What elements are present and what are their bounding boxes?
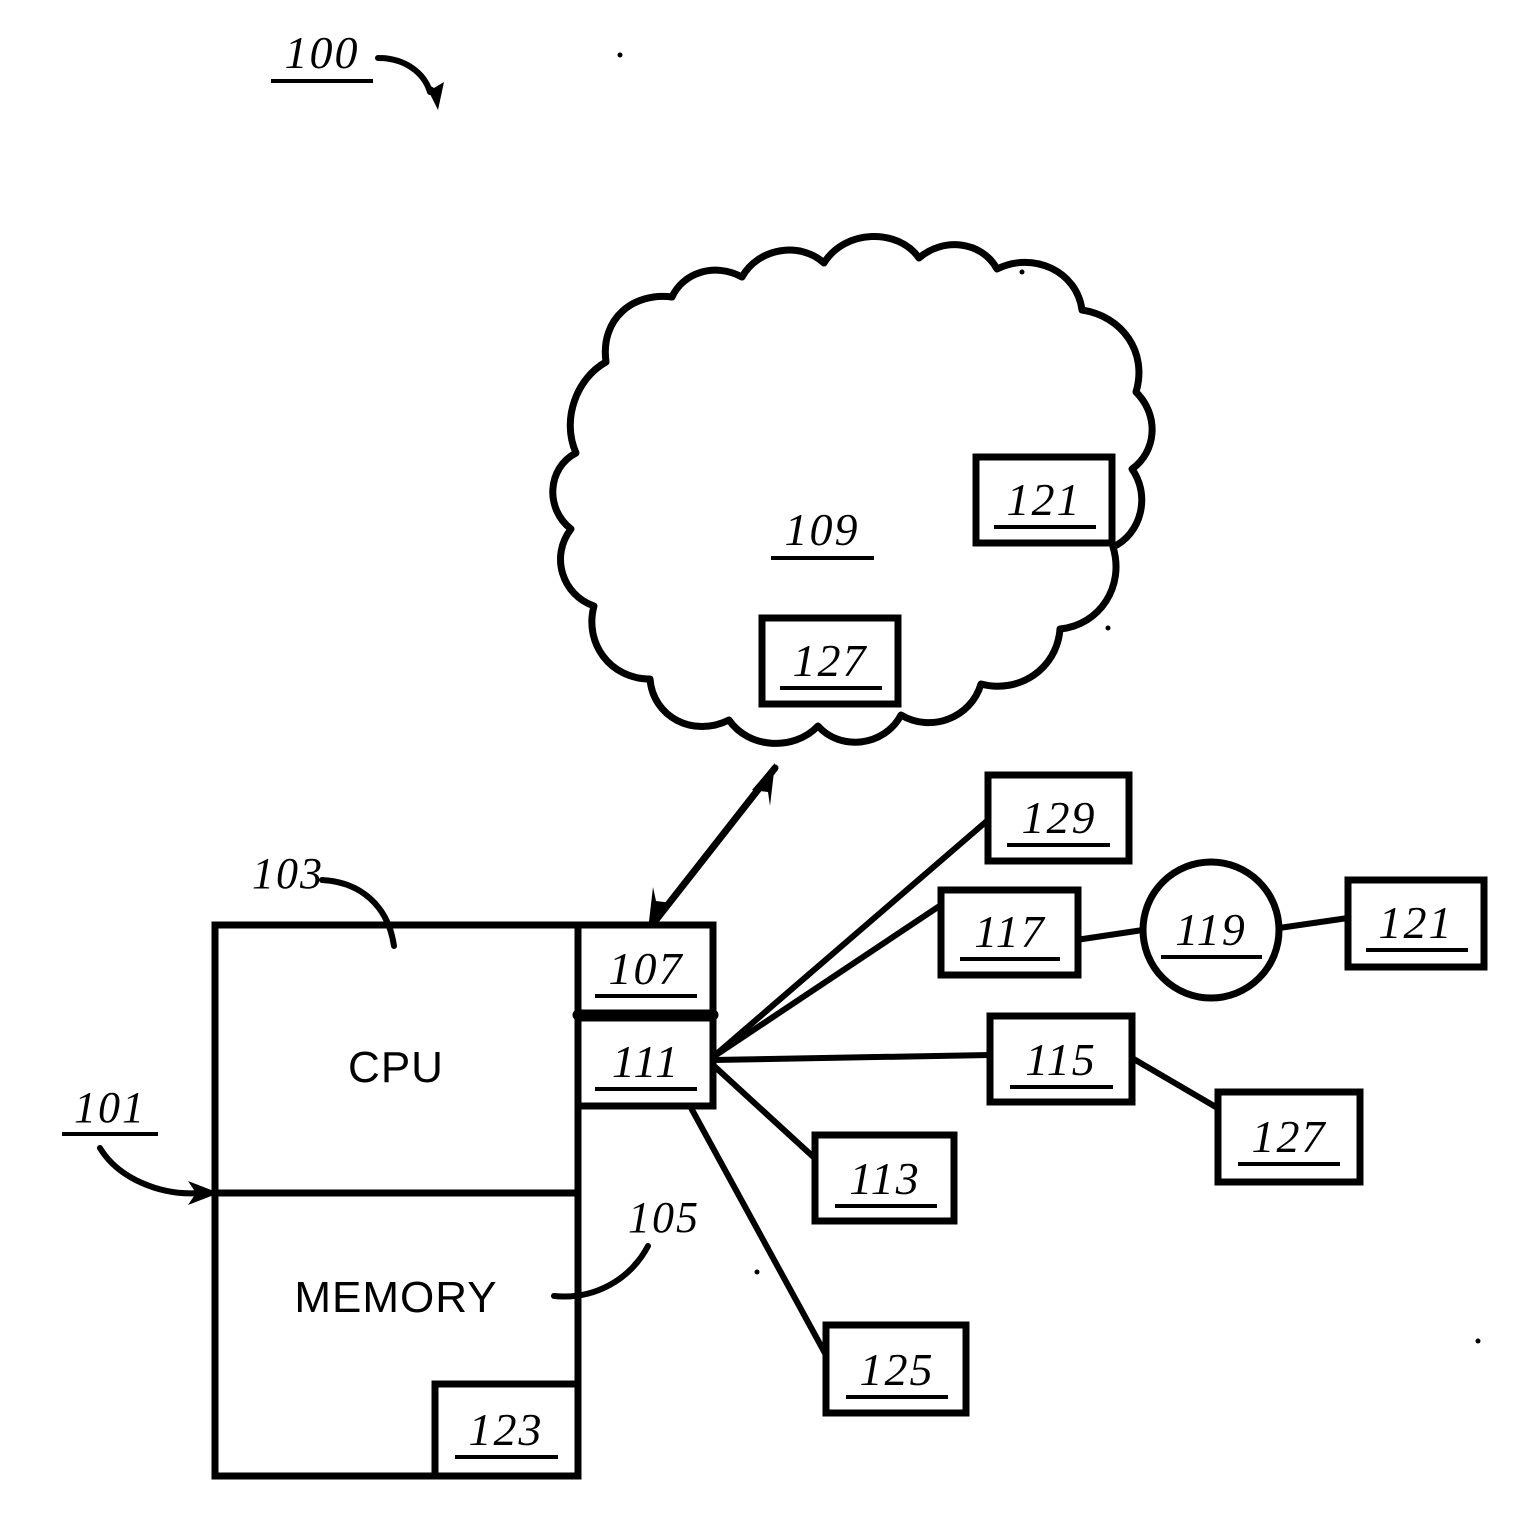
network-cloud-109: 109 121 127 — [549, 233, 1156, 747]
peripheral-box-125: 125 — [822, 1321, 970, 1417]
peripheral-box-113: 113 — [811, 1131, 958, 1225]
cloud-inner-box-121: 121 — [972, 453, 1116, 547]
peripheral-box-117: 117 — [937, 886, 1082, 979]
scan-speck — [754, 1269, 760, 1275]
figure-ref-100-arrowhead — [424, 82, 444, 110]
memory-inner-box-123-label: 123 — [469, 1404, 544, 1455]
peripheral-circle-119: 119 — [1139, 858, 1283, 1002]
cloud-link-arrow — [648, 763, 779, 930]
port-box-107: 107 — [574, 921, 717, 1017]
cloud-inner-box-121-label: 121 — [1007, 474, 1082, 525]
peripheral-box-129: 129 — [984, 771, 1133, 865]
connector-111-to-115 — [710, 1052, 993, 1063]
scan-speck — [1475, 1338, 1481, 1344]
scan-speck — [1019, 269, 1025, 275]
cloud-link-arrowhead-up — [752, 763, 775, 806]
connector-111-to-117 — [710, 902, 944, 1060]
peripheral-box-115: 115 — [986, 1012, 1136, 1106]
figure-ref-100-label: 100 — [285, 27, 360, 78]
connector-111-to-113 — [710, 1062, 823, 1166]
cpu-block-label: CPU — [348, 1043, 444, 1092]
figure-ref-100-group: 100 — [271, 27, 444, 110]
peripheral-box-125-label: 125 — [860, 1344, 935, 1395]
memory-inner-box-123: 123 — [431, 1380, 582, 1480]
port-box-111: 111 — [574, 1014, 717, 1110]
peripheral-box-113-label: 113 — [849, 1153, 921, 1204]
port-box-111-label: 111 — [612, 1036, 680, 1087]
unit-ref-101-label: 101 — [74, 1083, 146, 1132]
connector-115-to-127 — [1129, 1055, 1224, 1113]
figure-ref-100-leader — [375, 55, 433, 95]
connector-111-to-125 — [687, 1103, 829, 1358]
peripheral-box-115-label: 115 — [1025, 1034, 1097, 1085]
peripheral-box-127-label: 127 — [1252, 1111, 1327, 1162]
peripheral-box-121-label: 121 — [1379, 897, 1454, 948]
peripheral-circle-119-label: 119 — [1175, 904, 1247, 955]
cloud-inner-box-127: 127 — [758, 614, 902, 708]
connector-117-to-119 — [1073, 927, 1146, 943]
memory-block-label: MEMORY — [294, 1273, 497, 1322]
peripheral-box-117-label: 117 — [974, 906, 1046, 957]
unit-ref-101-group: 101 — [62, 1083, 219, 1205]
peripheral-box-129-label: 129 — [1022, 792, 1097, 843]
patent-figure: 100 109 121 127 CPU MEMORY 123 107 111 1… — [0, 0, 1532, 1519]
connector-119-to-121 — [1276, 915, 1351, 931]
cloud-inner-box-127-label: 127 — [793, 635, 868, 686]
unit-ref-101-leader — [97, 1145, 203, 1197]
scan-speck — [1105, 625, 1111, 631]
scan-speck — [617, 52, 623, 58]
memory-ref-105-label: 105 — [628, 1193, 700, 1242]
port-box-107-label: 107 — [609, 943, 684, 994]
peripheral-box-121: 121 — [1344, 876, 1488, 971]
cloud-ref-109-label: 109 — [785, 504, 860, 555]
figure-canvas: 100 109 121 127 CPU MEMORY 123 107 111 1… — [62, 27, 1488, 1480]
cpu-ref-103-label: 103 — [252, 849, 324, 898]
peripheral-box-127: 127 — [1214, 1088, 1364, 1186]
cloud-link-arrow-shaft — [648, 764, 779, 929]
